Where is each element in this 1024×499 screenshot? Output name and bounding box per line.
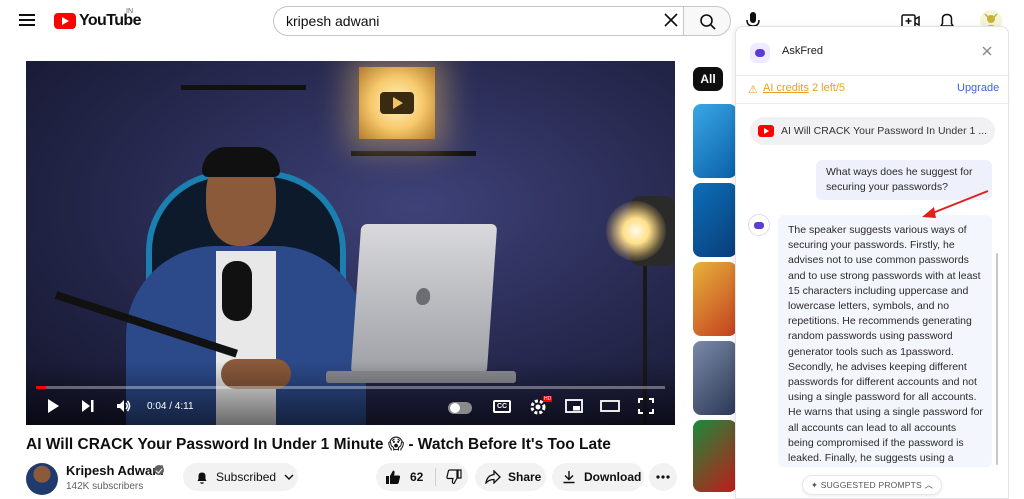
- like-icon[interactable]: [385, 469, 401, 485]
- country-code: IN: [126, 8, 133, 15]
- presenter-hair: [202, 147, 280, 177]
- progress-fill: [36, 386, 47, 389]
- sparkle-icon: ✦: [810, 480, 819, 490]
- progress-bar[interactable]: [36, 386, 665, 389]
- divider: [435, 468, 437, 486]
- askfred-logo-icon: [750, 43, 770, 63]
- video-player[interactable]: 0:04 / 4:11 CC HD: [26, 61, 675, 425]
- ai-credits-link[interactable]: AI credits: [763, 82, 809, 94]
- suggested-prompts-label: SUGGESTED PROMPTS: [820, 480, 922, 490]
- studio-light-glow: [606, 201, 666, 261]
- shelf: [351, 151, 476, 156]
- askfred-panel: AskFred ⚠ AI credits 2 left/5 Upgrade AI…: [735, 26, 1010, 499]
- chevron-down-icon: [284, 474, 294, 480]
- dislike-icon[interactable]: [446, 469, 462, 485]
- next-icon[interactable]: [81, 398, 95, 414]
- more-actions-button[interactable]: [649, 463, 677, 491]
- chat-scrollbar[interactable]: [996, 253, 998, 465]
- related-video-thumbnail[interactable]: [693, 262, 737, 336]
- miniplayer-icon[interactable]: [565, 398, 583, 414]
- share-icon: [485, 470, 501, 484]
- user-message: What ways does he suggest for securing y…: [816, 160, 992, 200]
- divider: [736, 75, 1010, 76]
- filter-chip-all[interactable]: All: [693, 67, 723, 91]
- hd-badge: HD: [543, 396, 553, 402]
- menu-icon[interactable]: [16, 11, 38, 31]
- panel-title: AskFred: [782, 45, 823, 57]
- share-button[interactable]: Share: [475, 463, 546, 491]
- suggested-prompts-button[interactable]: ✦ SUGGESTED PROMPTS ︿: [802, 475, 942, 495]
- like-count: 62: [410, 470, 424, 484]
- fullscreen-icon[interactable]: [638, 398, 654, 414]
- bell-ring-icon: [197, 472, 207, 484]
- download-icon: [563, 471, 575, 484]
- related-video-thumbnail[interactable]: [693, 183, 737, 257]
- like-dislike-group: 62: [376, 463, 468, 491]
- time-display: 0:04 / 4:11: [147, 401, 194, 412]
- divider: [736, 103, 1010, 104]
- microphone: [222, 261, 252, 321]
- subscribed-label: Subscribed: [216, 470, 277, 484]
- share-label: Share: [508, 470, 542, 484]
- search-button[interactable]: [683, 6, 731, 36]
- bot-avatar-icon: [748, 214, 770, 236]
- clear-icon[interactable]: [662, 11, 680, 29]
- volume-icon[interactable]: [116, 398, 132, 414]
- search-input[interactable]: [286, 13, 646, 29]
- related-video-thumbnail[interactable]: [693, 341, 737, 415]
- controls-gradient: [26, 361, 675, 425]
- subscribed-button[interactable]: Subscribed: [183, 463, 298, 491]
- related-video-thumbnail[interactable]: [693, 420, 737, 492]
- channel-avatar[interactable]: [26, 463, 58, 495]
- play-icon[interactable]: [46, 398, 60, 414]
- more-icon: [656, 475, 670, 479]
- verified-icon: [154, 465, 164, 475]
- channel-name[interactable]: Kripesh Adwani: [66, 463, 164, 478]
- credits-icon: ⚠: [748, 84, 758, 96]
- close-icon[interactable]: [980, 44, 994, 58]
- bot-message: The speaker suggests various ways of sec…: [778, 215, 992, 467]
- credits-remaining: 2 left/5: [812, 82, 846, 94]
- chevron-up-icon: ︿: [924, 480, 934, 490]
- shelf: [181, 85, 306, 90]
- youtube-play-icon: [54, 13, 76, 29]
- autoplay-toggle[interactable]: [448, 402, 472, 414]
- youtube-icon: [758, 125, 774, 137]
- subscriber-count: 142K subscribers: [66, 481, 144, 492]
- video-context-chip[interactable]: AI Will CRACK Your Password In Under 1 .…: [750, 117, 995, 145]
- play-button-plaque: [359, 67, 435, 139]
- theater-icon[interactable]: [600, 398, 620, 414]
- captions-button[interactable]: CC: [493, 400, 511, 413]
- video-title: AI Will CRACK Your Password In Under 1 M…: [26, 436, 611, 453]
- upgrade-link[interactable]: Upgrade: [957, 82, 999, 94]
- download-label: Download: [584, 470, 642, 484]
- search-icon: [700, 14, 716, 30]
- related-video-thumbnail[interactable]: [693, 104, 737, 178]
- download-button[interactable]: Download: [552, 463, 644, 491]
- video-context-title: AI Will CRACK Your Password In Under 1 .…: [781, 125, 987, 137]
- laptop: [350, 224, 498, 374]
- search-box[interactable]: [273, 6, 683, 36]
